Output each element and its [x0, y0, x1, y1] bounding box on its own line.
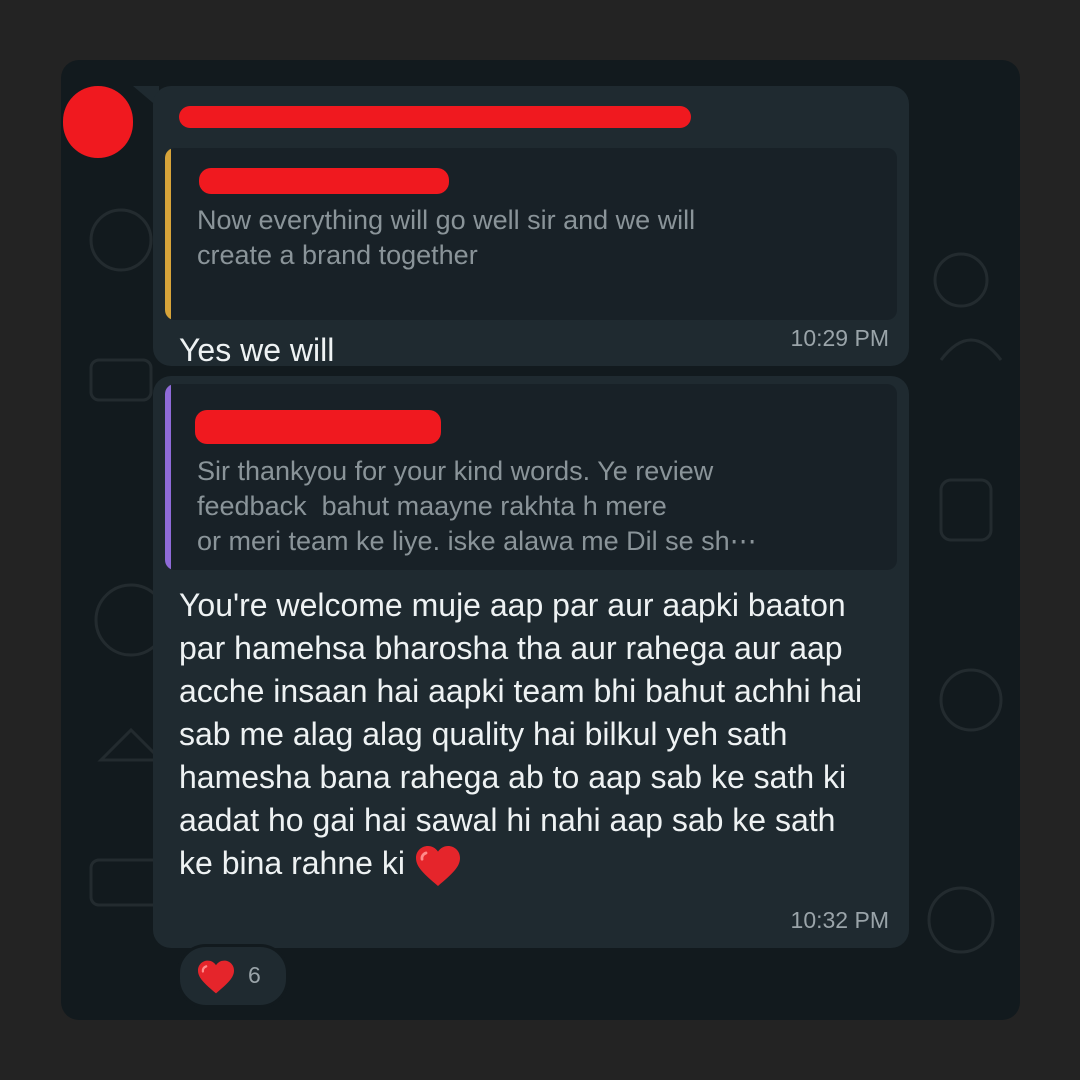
message-text: You're welcome muje aap par aur aapki ba… — [179, 584, 873, 888]
message-bubble[interactable]: Now everything will go well sir and we w… — [153, 86, 909, 368]
chat-window: Now everything will go well sir and we w… — [61, 60, 1020, 1020]
message-text: Yes we will — [179, 332, 335, 368]
message-bubble[interactable]: Sir thankyou for your kind words. Ye rev… — [153, 376, 909, 948]
quoted-message-text: Now everything will go well sir and we w… — [197, 205, 696, 270]
quoted-message[interactable]: Sir thankyou for your kind words. Ye rev… — [165, 384, 897, 570]
heart-icon — [415, 845, 460, 886]
reaction-count: 6 — [248, 962, 261, 988]
sender-name-redaction — [179, 106, 691, 128]
quoted-message[interactable]: Now everything will go well sir and we w… — [165, 148, 897, 320]
message-timestamp: 10:29 PM — [790, 325, 889, 351]
heart-icon — [198, 960, 234, 994]
quote-bar — [165, 384, 171, 570]
quoted-message-text: Sir thankyou for your kind words. Ye rev… — [197, 456, 757, 556]
quote-bar — [165, 148, 171, 320]
avatar-redaction — [63, 86, 133, 158]
message-text-content: You're welcome muje aap par aur aapki ba… — [179, 587, 863, 881]
message-timestamp: 10:32 PM — [790, 907, 889, 933]
quoted-sender-redaction — [195, 410, 441, 444]
quoted-sender-redaction — [199, 168, 449, 194]
reaction-pill[interactable]: 6 — [177, 944, 289, 1008]
